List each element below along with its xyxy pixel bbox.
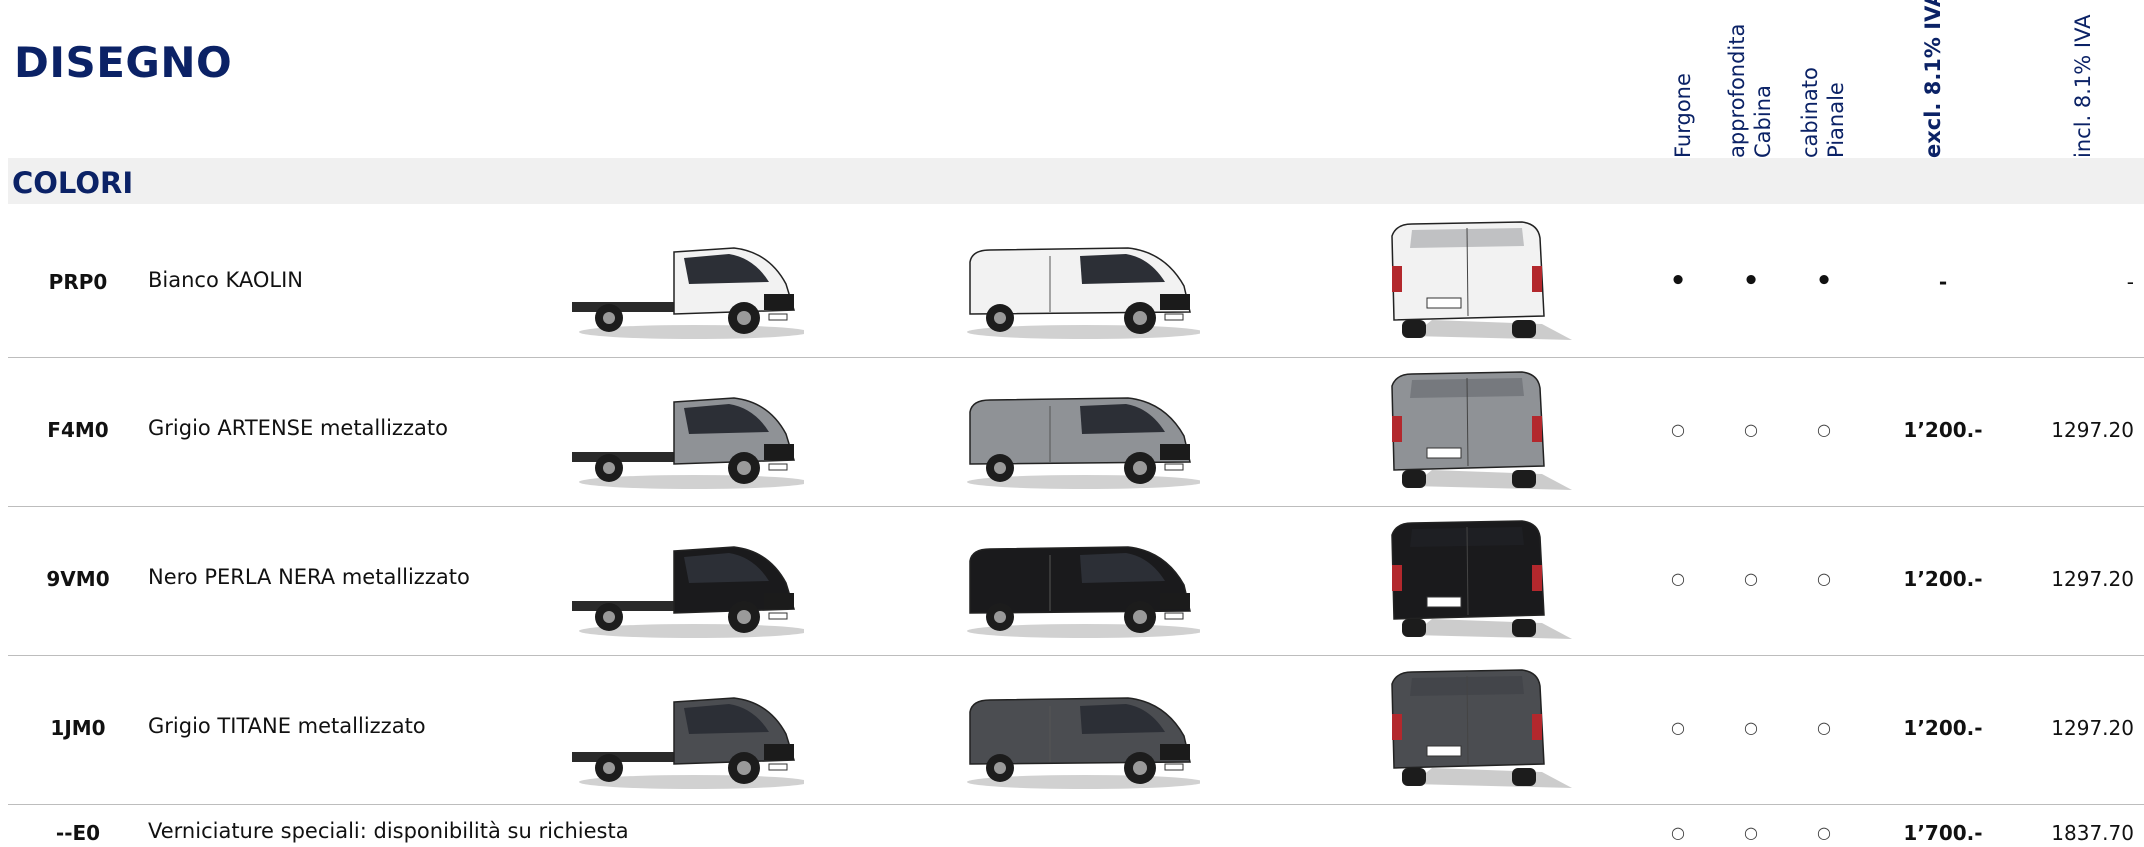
color-code: --E0	[55, 821, 101, 845]
cab-chassis-image	[564, 382, 804, 492]
color-code: 1JM0	[50, 716, 106, 740]
color-row-f4m0: F4M0 Grigio ARTENSE metallizzato ○ ○ ○ 1…	[8, 358, 2144, 506]
column-header-cabina-line2: Cabina	[1751, 85, 1775, 158]
color-row-special: --E0 Verniciature speciali: disponibilit…	[8, 805, 2144, 847]
color-description: Grigio ARTENSE metallizzato	[148, 416, 448, 440]
price-incl-vat: 1297.20	[2051, 567, 2134, 591]
color-description: Verniciature speciali: disponibilità su …	[148, 819, 629, 843]
availability-pianale: ○	[1817, 823, 1831, 842]
availability-furgone: ○	[1671, 823, 1685, 842]
availability-cabina: ○	[1744, 823, 1758, 842]
availability-pianale: •	[1815, 266, 1833, 296]
availability-cabina: ○	[1744, 718, 1758, 737]
page-title: DISEGNO	[14, 38, 233, 87]
column-header-incl-vat-label: incl. 8.1% IVA	[2071, 14, 2095, 158]
cab-chassis-image	[564, 531, 804, 641]
price-excl-vat: 1’700.-	[1903, 821, 1983, 845]
availability-furgone: •	[1669, 266, 1687, 296]
van-rear-image	[1372, 216, 1572, 346]
availability-cabina: •	[1742, 266, 1760, 296]
availability-furgone: ○	[1671, 420, 1685, 439]
van-rear-image	[1372, 664, 1572, 794]
cab-chassis-image	[564, 682, 804, 792]
van-rear-image	[1372, 515, 1572, 645]
color-description: Grigio TITANE metallizzato	[148, 714, 426, 738]
section-band: COLORI	[8, 158, 2144, 204]
column-header-pianale-line2: Pianale	[1824, 82, 1848, 158]
van-side-image	[960, 531, 1200, 641]
price-incl-vat: -	[2126, 270, 2134, 294]
price-excl-vat: 1’200.-	[1903, 716, 1983, 740]
availability-cabina: ○	[1744, 569, 1758, 588]
van-side-image	[960, 382, 1200, 492]
color-row-1jm0: 1JM0 Grigio TITANE metallizzato ○ ○ ○ 1’…	[8, 656, 2144, 804]
section-title: COLORI	[12, 166, 134, 200]
column-header-cabina-line1: approfondita	[1725, 23, 1749, 158]
price-incl-vat: 1297.20	[2051, 418, 2134, 442]
price-excl-vat: 1’200.-	[1903, 418, 1983, 442]
price-incl-vat: 1297.20	[2051, 716, 2134, 740]
color-code: F4M0	[47, 418, 109, 442]
availability-furgone: ○	[1671, 718, 1685, 737]
column-header-excl-vat-label: excl. 8.1% IVA	[1921, 0, 1945, 158]
column-header-furgone-label: Furgone	[1671, 73, 1695, 158]
availability-furgone: ○	[1671, 569, 1685, 588]
availability-pianale: ○	[1817, 569, 1831, 588]
color-code: 9VM0	[46, 567, 110, 591]
color-code: PRP0	[48, 270, 108, 294]
cab-chassis-image	[564, 232, 804, 342]
van-rear-image	[1372, 366, 1572, 496]
van-side-image	[960, 682, 1200, 792]
color-description: Nero PERLA NERA metallizzato	[148, 565, 470, 589]
price-incl-vat: 1837.70	[2051, 821, 2134, 845]
price-excl-vat: 1’200.-	[1903, 567, 1983, 591]
color-row-prp0: PRP0 Bianco KAOLIN • • • - -	[8, 204, 2144, 357]
van-side-image	[960, 232, 1200, 342]
availability-pianale: ○	[1817, 718, 1831, 737]
column-header-pianale-line1: cabinato	[1798, 67, 1822, 158]
price-excl-vat: -	[1938, 270, 1948, 294]
color-row-9vm0: 9VM0 Nero PERLA NERA metallizzato ○ ○ ○ …	[8, 507, 2144, 655]
color-description: Bianco KAOLIN	[148, 268, 304, 292]
availability-cabina: ○	[1744, 420, 1758, 439]
availability-pianale: ○	[1817, 420, 1831, 439]
